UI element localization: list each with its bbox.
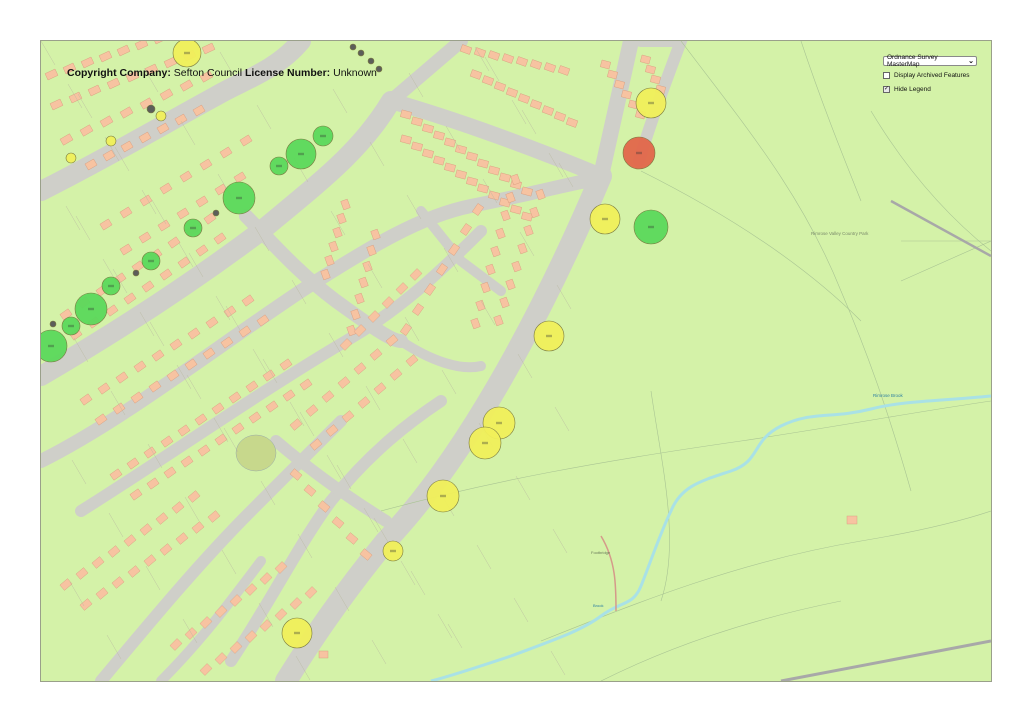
tree-marker-dead[interactable] <box>146 104 156 114</box>
tree-id-tag <box>648 225 654 229</box>
tree-marker-good[interactable] <box>222 181 256 215</box>
brook-label: Rimrose Brook <box>873 393 904 398</box>
tree-marker-fair[interactable] <box>105 135 117 147</box>
tree-id-tag <box>190 226 196 230</box>
tree-marker-good[interactable] <box>312 125 334 147</box>
tree-marker-good[interactable] <box>183 218 203 238</box>
tree-marker-dead[interactable] <box>349 43 357 51</box>
tree-marker-good[interactable] <box>633 209 669 245</box>
page: Rimrose Valley Country Park Rimrose Broo… <box>0 0 1024 723</box>
footbridge-label: Footbridge <box>591 550 611 555</box>
tree-marker-fair[interactable] <box>635 87 667 119</box>
tree-marker-fair[interactable] <box>589 203 621 235</box>
tree-id-tag <box>298 152 304 156</box>
tree-marker-fair[interactable] <box>172 41 202 68</box>
tree-marker-dead[interactable] <box>212 209 220 217</box>
tree-canopy <box>212 209 220 217</box>
tree-canopy <box>146 104 156 114</box>
tree-id-tag <box>148 259 154 263</box>
tree-marker-fair[interactable] <box>426 479 460 513</box>
tree-canopy <box>349 43 357 51</box>
tree-marker-fair[interactable] <box>155 110 167 122</box>
tree-marker-good[interactable] <box>285 138 317 170</box>
tree-marker-good[interactable] <box>269 156 289 176</box>
tree-canopy <box>105 135 117 147</box>
tree-id-tag <box>236 196 242 200</box>
tree-id-tag <box>496 421 502 425</box>
tree-id-tag <box>88 307 94 311</box>
tree-id-tag <box>482 441 488 445</box>
license-number-value: Unknown <box>333 67 377 79</box>
tree-canopy <box>155 110 167 122</box>
building <box>318 650 329 659</box>
tree-id-tag <box>390 549 396 553</box>
tree-id-tag <box>636 151 642 155</box>
basemap-select[interactable]: Ordnance Survey MasterMap ⌄ <box>883 54 977 68</box>
tree-id-tag <box>648 101 654 105</box>
tree-marker-good[interactable] <box>101 276 121 296</box>
license-number-label: License Number: <box>244 67 331 79</box>
tree-id-tag <box>108 284 114 288</box>
tree-marker-dead[interactable] <box>49 320 57 328</box>
map-viewer[interactable]: Rimrose Valley Country Park Rimrose Broo… <box>40 40 992 682</box>
tree-canopy <box>367 57 375 65</box>
tree-id-tag <box>602 217 608 221</box>
brook-lower-label: Brook <box>593 603 603 608</box>
tree-id-tag <box>440 494 446 498</box>
tree-marker-fair[interactable] <box>468 426 502 460</box>
tree-id-tag <box>546 334 552 338</box>
green-space <box>235 434 277 472</box>
park-label: Rimrose Valley Country Park <box>811 231 869 236</box>
tree-marker-dead[interactable] <box>132 269 140 277</box>
tree-marker-fair[interactable] <box>533 320 565 352</box>
display-archived-label: Display Archived Features <box>894 71 970 79</box>
tree-marker-good[interactable] <box>74 292 108 326</box>
hide-legend-checkbox[interactable]: ✓ <box>883 85 890 93</box>
tree-id-tag <box>184 51 190 55</box>
copyright-company-label: Copyright Company: <box>67 67 171 79</box>
tree-id-tag <box>68 324 74 328</box>
hide-legend-row[interactable]: ✓ Hide Legend <box>883 84 983 94</box>
copyright-company-value: Sefton Council <box>173 67 243 79</box>
tree-canopy <box>132 269 140 277</box>
tree-canopy <box>49 320 57 328</box>
tree-id-tag <box>320 134 326 138</box>
layer-control-panel: Ordnance Survey MasterMap ⌄ Display Arch… <box>883 54 983 94</box>
tree-marker-dead[interactable] <box>367 57 375 65</box>
copyright-notice: Copyright Company: Sefton Council Licens… <box>67 67 377 79</box>
tree-marker-fair[interactable] <box>382 540 404 562</box>
tree-id-tag <box>276 164 282 168</box>
basemap-select-value: Ordnance Survey MasterMap <box>887 54 938 68</box>
display-archived-checkbox[interactable] <box>883 71 890 79</box>
tree-canopy <box>357 49 365 57</box>
tree-marker-good[interactable] <box>141 251 161 271</box>
tree-marker-dead[interactable] <box>357 49 365 57</box>
chevron-down-icon[interactable]: ⌄ <box>968 57 974 65</box>
building <box>846 515 858 525</box>
tree-id-tag <box>294 631 300 635</box>
display-archived-row[interactable]: Display Archived Features <box>883 70 983 80</box>
tree-marker-good[interactable] <box>61 316 81 336</box>
tree-canopy <box>65 152 77 164</box>
hide-legend-label: Hide Legend <box>894 85 931 93</box>
tree-marker-poor[interactable] <box>622 136 656 170</box>
map-canvas[interactable]: Rimrose Valley Country Park Rimrose Broo… <box>41 41 991 681</box>
tree-marker-fair[interactable] <box>281 617 313 649</box>
tree-marker-fair[interactable] <box>65 152 77 164</box>
tree-id-tag <box>48 344 54 348</box>
